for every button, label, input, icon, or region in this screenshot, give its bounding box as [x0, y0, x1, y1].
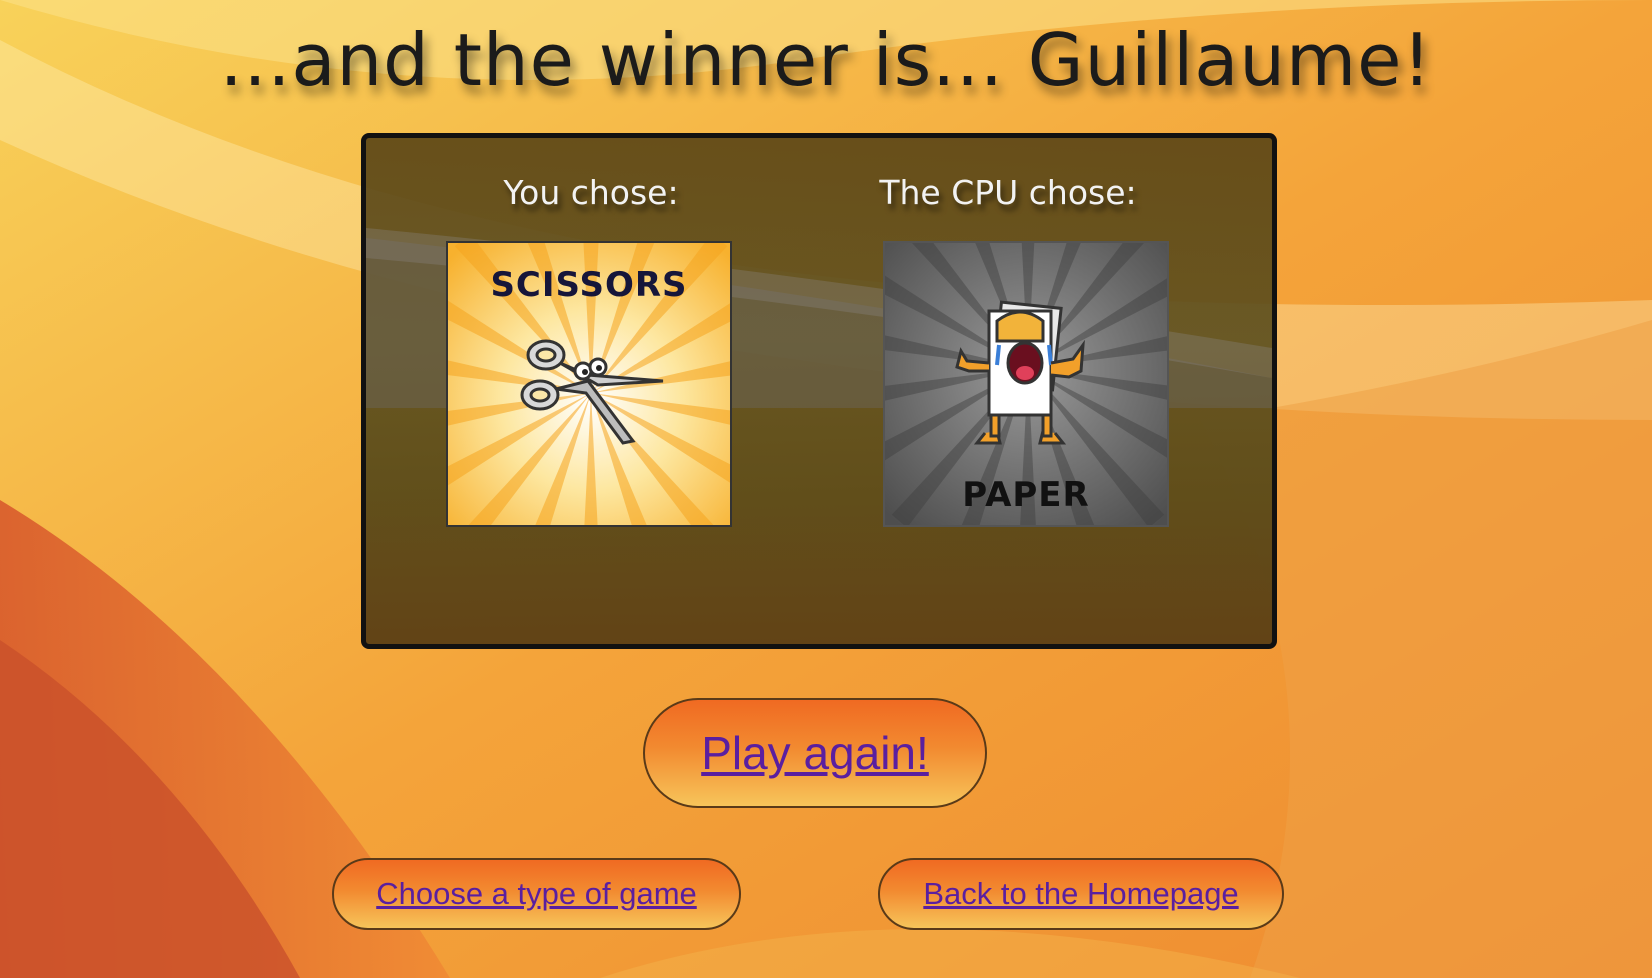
result-panel: You chose: The CPU chose: SCISSORS PAPER — [361, 133, 1277, 649]
winner-headline: ...and the winner is... Guillaume! — [219, 18, 1433, 102]
cpu-chose-label: The CPU chose: — [879, 173, 1137, 212]
back-to-homepage-button[interactable]: Back to the Homepage — [878, 858, 1284, 930]
choose-game-type-button[interactable]: Choose a type of game — [332, 858, 741, 930]
paper-card-title: PAPER — [962, 475, 1090, 515]
cpu-choice-card: PAPER — [883, 241, 1169, 527]
scissors-card-title: SCISSORS — [490, 265, 688, 305]
you-chose-label: You chose: — [503, 173, 679, 212]
play-again-button[interactable]: Play again! — [643, 698, 987, 808]
player-choice-card: SCISSORS — [446, 241, 732, 527]
